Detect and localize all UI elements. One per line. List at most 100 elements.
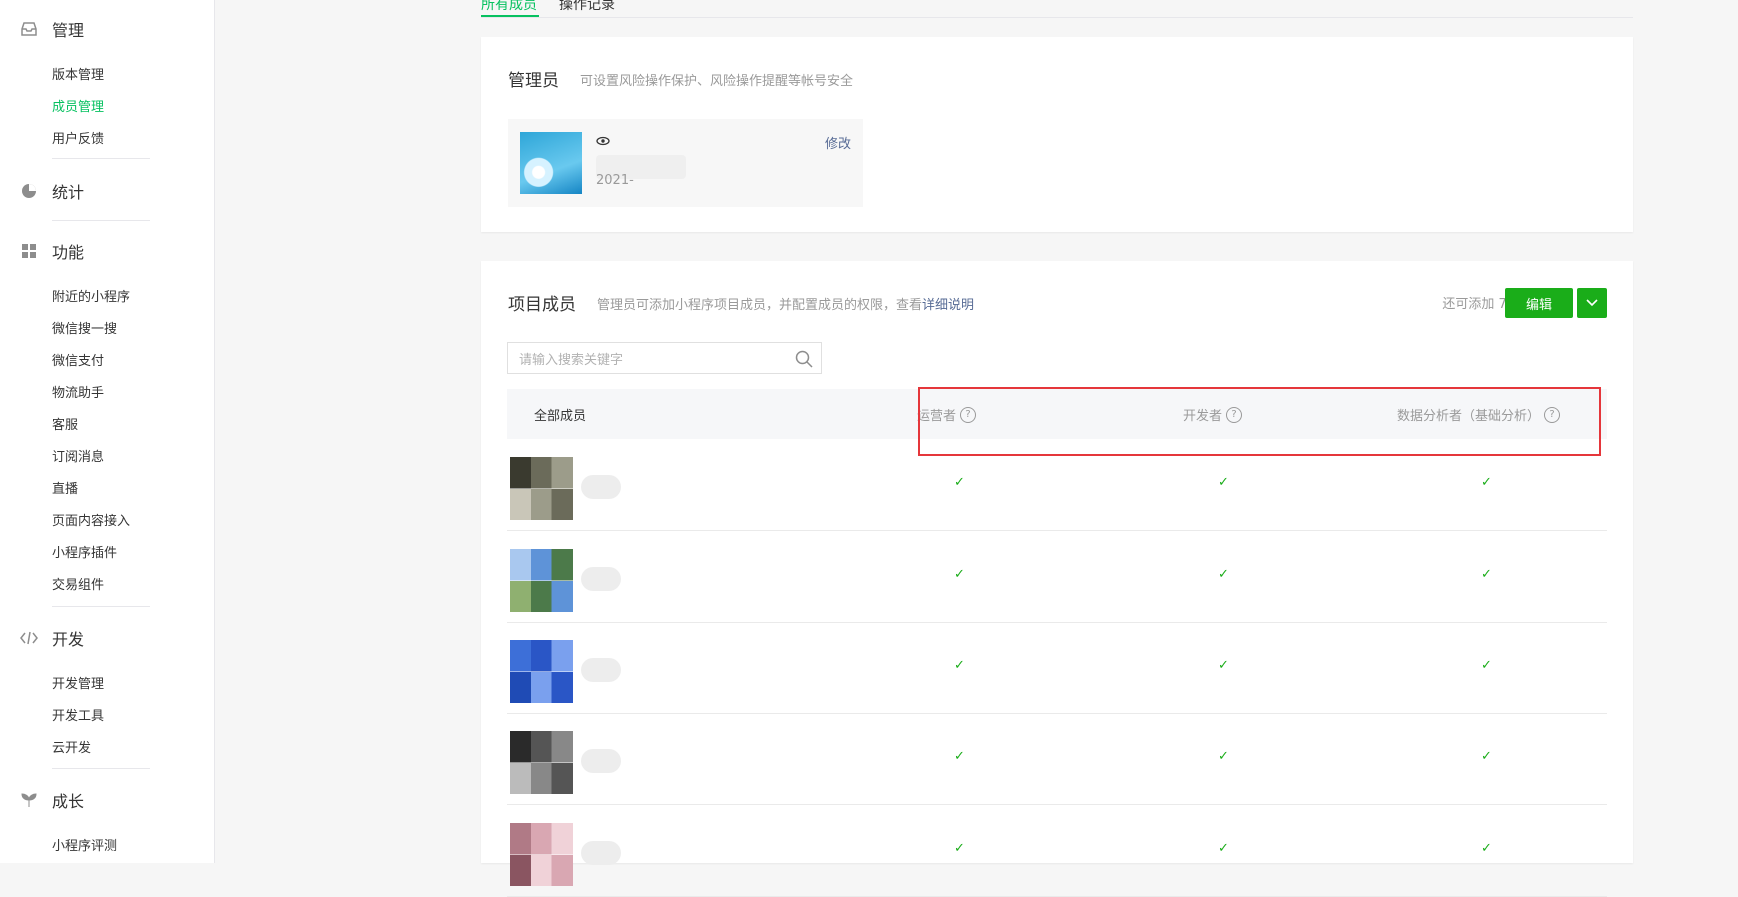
sidebar-item-service[interactable]: 客服 <box>52 414 78 433</box>
sidebar-item-nearby[interactable]: 附近的小程序 <box>52 286 130 305</box>
avatar <box>510 823 573 886</box>
sidebar-item-dev-tools[interactable]: 开发工具 <box>52 705 104 724</box>
check-icon: ✓ <box>1218 841 1229 856</box>
sidebar-item-feedback[interactable]: 用户反馈 <box>52 128 104 147</box>
sidebar: 管理 版本管理 成员管理 用户反馈 统计 功能 附近的小程序 微信搜一搜 微信支… <box>0 0 215 863</box>
eye-icon <box>596 135 610 149</box>
inbox-icon <box>20 20 38 38</box>
check-icon: ✓ <box>954 749 965 764</box>
edit-button[interactable]: 编辑 <box>1505 288 1573 318</box>
check-icon: ✓ <box>954 658 965 673</box>
sidebar-section-stats[interactable]: 统计 <box>20 179 84 203</box>
sidebar-section-label: 功能 <box>52 243 85 262</box>
avatar <box>510 549 573 612</box>
member-name-redacted <box>581 749 621 773</box>
sidebar-item-plugin[interactable]: 小程序插件 <box>52 542 117 561</box>
sidebar-section-label: 管理 <box>52 21 85 40</box>
member-name-redacted <box>581 841 621 865</box>
sidebar-section-features[interactable]: 功能 <box>20 239 84 263</box>
sidebar-item-content[interactable]: 页面内容接入 <box>52 510 130 529</box>
help-icon[interactable]: ? <box>1226 406 1243 423</box>
check-icon: ✓ <box>1481 841 1492 856</box>
tab-all-members[interactable]: 所有成员 <box>481 0 537 14</box>
sidebar-item-live[interactable]: 直播 <box>52 478 78 497</box>
check-icon: ✓ <box>1481 475 1492 490</box>
check-icon: ✓ <box>1481 658 1492 673</box>
avatar <box>520 132 582 194</box>
sprout-icon <box>20 791 38 809</box>
check-icon: ✓ <box>1218 749 1229 764</box>
code-icon <box>20 629 38 647</box>
search-input[interactable] <box>517 349 781 371</box>
check-icon: ✓ <box>1218 658 1229 673</box>
col-analyst-label: 数据分析者（基础分析） <box>1397 409 1541 424</box>
grid-icon <box>20 242 38 260</box>
member-name-redacted <box>581 658 621 682</box>
admin-card-title: 管理员 <box>508 71 559 91</box>
divider <box>52 768 150 769</box>
check-icon: ✓ <box>1481 749 1492 764</box>
sidebar-item-logistics[interactable]: 物流助手 <box>52 382 104 401</box>
admin-card-desc: 可设置风险操作保护、风险操作提醒等帐号安全 <box>580 74 854 89</box>
table-row: ✓ ✓ ✓ <box>507 531 1607 623</box>
sidebar-item-members[interactable]: 成员管理 <box>52 96 104 115</box>
table-row: ✓ ✓ ✓ <box>507 439 1607 531</box>
check-icon: ✓ <box>1218 475 1229 490</box>
member-search <box>507 342 822 374</box>
table-row: ✓ ✓ ✓ <box>507 622 1607 714</box>
sidebar-section-label: 成长 <box>52 792 85 811</box>
col-all-members: 全部成员 <box>534 409 587 424</box>
sidebar-section-label: 开发 <box>52 630 85 649</box>
col-developer-label: 开发者 <box>1183 409 1223 424</box>
edit-dropdown-button[interactable] <box>1577 288 1607 318</box>
sidebar-section-growth[interactable]: 成长 <box>20 788 84 812</box>
pie-chart-icon <box>20 182 38 200</box>
divider <box>52 606 150 607</box>
avatar <box>510 457 573 520</box>
check-icon: ✓ <box>954 841 965 856</box>
admin-info: 2021- 修改 <box>508 119 863 207</box>
divider <box>52 158 150 159</box>
table-row: ✓ ✓ ✓ <box>507 713 1607 805</box>
admin-date: 2021- <box>596 173 634 188</box>
details-link[interactable]: 详细说明 <box>922 298 974 313</box>
col-operator: 运营者? <box>917 405 977 424</box>
search-icon[interactable] <box>795 350 813 368</box>
sidebar-item-search[interactable]: 微信搜一搜 <box>52 318 117 337</box>
help-icon[interactable]: ? <box>1544 406 1561 423</box>
members-card-title: 项目成员 <box>508 295 576 315</box>
members-desc-text: 管理员可添加小程序项目成员，并配置成员的权限，查看 <box>597 298 923 313</box>
sidebar-item-review[interactable]: 小程序评测 <box>52 835 117 854</box>
col-analyst: 数据分析者（基础分析）? <box>1397 405 1561 424</box>
divider <box>52 220 150 221</box>
sidebar-section-dev[interactable]: 开发 <box>20 626 84 650</box>
check-icon: ✓ <box>1481 567 1492 582</box>
admin-card: 管理员 可设置风险操作保护、风险操作提醒等帐号安全 2021- 修改 <box>481 37 1633 232</box>
col-operator-label: 运营者 <box>917 409 957 424</box>
avatar <box>510 731 573 794</box>
sidebar-section-label: 统计 <box>52 183 85 202</box>
members-card-desc: 管理员可添加小程序项目成员，并配置成员的权限，查看详细说明 <box>597 294 974 313</box>
help-icon[interactable]: ? <box>960 406 977 423</box>
col-developer: 开发者? <box>1183 405 1243 424</box>
member-name-redacted <box>581 475 621 499</box>
admin-edit-link[interactable]: 修改 <box>825 133 851 152</box>
sidebar-section-manage[interactable]: 管理 <box>20 17 84 41</box>
table-row: ✓ ✓ ✓ <box>507 805 1607 897</box>
members-table-header: 全部成员 运营者? 开发者? 数据分析者（基础分析）? <box>507 389 1607 439</box>
tab-operation-log[interactable]: 操作记录 <box>559 0 615 14</box>
sidebar-item-pay[interactable]: 微信支付 <box>52 350 104 369</box>
members-card: 项目成员 管理员可添加小程序项目成员，并配置成员的权限，查看详细说明 还可添加 … <box>481 261 1633 897</box>
tab-divider <box>481 17 1633 18</box>
check-icon: ✓ <box>954 567 965 582</box>
member-name-redacted <box>581 567 621 591</box>
sidebar-item-dev-manage[interactable]: 开发管理 <box>52 673 104 692</box>
avatar <box>510 640 573 703</box>
sidebar-item-cloud[interactable]: 云开发 <box>52 737 91 756</box>
chevron-down-icon <box>1586 299 1598 307</box>
check-icon: ✓ <box>954 475 965 490</box>
sidebar-item-version[interactable]: 版本管理 <box>52 64 104 83</box>
sidebar-item-subscribe[interactable]: 订阅消息 <box>52 446 104 465</box>
sidebar-item-trade[interactable]: 交易组件 <box>52 574 104 593</box>
check-icon: ✓ <box>1218 567 1229 582</box>
